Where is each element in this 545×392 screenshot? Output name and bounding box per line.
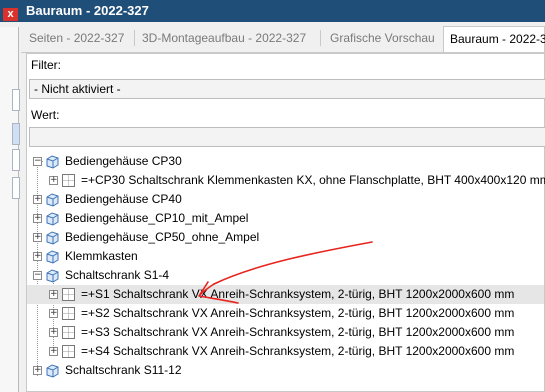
collapse-toggle[interactable]: −	[33, 271, 42, 280]
tab-grafische-vorschau[interactable]: Grafische Vorschau	[330, 27, 435, 51]
cube-icon	[46, 212, 59, 226]
tab-3d-montageaufbau[interactable]: 3D-Montageaufbau - 2022-327	[142, 27, 306, 51]
expand-toggle[interactable]: +	[33, 233, 42, 242]
tree-item-label: Bediengehäuse_CP10_mit_Ampel	[65, 211, 249, 225]
cabinet-icon	[62, 307, 75, 320]
left-window-fragment: x	[0, 0, 22, 392]
cube-icon	[46, 364, 59, 378]
tree-item-s4-schaltschrank[interactable]: + =+S4 Schaltschrank VX Anreih-Schranksy…	[27, 342, 544, 361]
tree-item-label: =+S1 Schaltschrank VX Anreih-Schranksyst…	[81, 287, 515, 301]
cabinet-icon	[62, 345, 75, 358]
expand-toggle[interactable]: +	[49, 309, 58, 318]
cube-icon	[46, 269, 59, 283]
bauraum-panel: Bauraum - 2022-327 Seiten - 2022-327 3D-…	[21, 0, 545, 392]
expand-toggle[interactable]: +	[49, 347, 58, 356]
cube-icon	[46, 155, 59, 169]
tree-item-label: Bediengehäuse CP40	[65, 192, 182, 206]
expand-toggle[interactable]: +	[33, 366, 42, 375]
tree-item-label: Bediengehäuse CP30	[65, 154, 182, 168]
left-window-field	[12, 149, 20, 171]
filter-dropdown[interactable]: - Nicht aktiviert -	[29, 79, 545, 99]
tree-item-label: =+CP30 Schaltschrank Klemmenkasten KX, o…	[81, 173, 545, 187]
filter-label: Filter:	[31, 58, 61, 72]
tab-bauraum[interactable]: Bauraum - 2022-3	[443, 26, 545, 52]
wert-label: Wert:	[31, 108, 60, 122]
panel-title: Bauraum - 2022-327	[21, 0, 545, 22]
tree-item-label: Schaltschrank S1-4	[65, 268, 170, 282]
left-window-field	[12, 89, 20, 111]
tree-item-s3-schaltschrank[interactable]: + =+S3 Schaltschrank VX Anreih-Schranksy…	[27, 323, 544, 342]
tree-item-s2-schaltschrank[interactable]: + =+S2 Schaltschrank VX Anreih-Schranksy…	[27, 304, 544, 323]
tree-item-cp30-schaltschrank[interactable]: + =+CP30 Schaltschrank Klemmenkasten KX,…	[27, 171, 545, 190]
expand-toggle[interactable]: +	[33, 214, 42, 223]
tree-item-schaltschrank-s11-12[interactable]: + Schaltschrank S11-12	[27, 361, 544, 380]
tree-item-label: =+S2 Schaltschrank VX Anreih-Schranksyst…	[81, 306, 515, 320]
cube-icon	[46, 193, 59, 207]
cube-icon	[46, 250, 59, 264]
tree-item-bediengehaeuse-cp30[interactable]: − Bediengehäuse CP30	[27, 152, 544, 171]
expand-toggle[interactable]: +	[49, 290, 58, 299]
tree-item-klemmkasten[interactable]: + Klemmkasten	[27, 247, 544, 266]
wert-input[interactable]	[29, 127, 545, 147]
content-area: Filter: - Nicht aktiviert - Wert: − Bedi…	[26, 53, 545, 392]
expand-toggle[interactable]: +	[49, 176, 58, 185]
tab-separator	[320, 30, 321, 46]
tree-item-bediengehaeuse-cp10[interactable]: + Bediengehäuse_CP10_mit_Ampel	[27, 209, 544, 228]
cabinet-icon	[62, 326, 75, 339]
left-window-field	[12, 123, 20, 145]
cube-icon	[46, 231, 59, 245]
cabinet-icon	[62, 288, 75, 301]
tree-item-s1-schaltschrank[interactable]: + =+S1 Schaltschrank VX Anreih-Schranksy…	[27, 285, 544, 304]
tree-item-schaltschrank-s1-4[interactable]: − Schaltschrank S1-4	[27, 266, 544, 285]
tree-item-label: Bediengehäuse_CP50_ohne_Ampel	[65, 230, 260, 244]
tree-item-label: =+S4 Schaltschrank VX Anreih-Schranksyst…	[81, 344, 515, 358]
expand-toggle[interactable]: +	[33, 252, 42, 261]
tree-item-label: =+S3 Schaltschrank VX Anreih-Schranksyst…	[81, 325, 515, 339]
tree-view: − Bediengehäuse CP30 + =+CP30 Schaltschr…	[27, 152, 545, 392]
left-window-scrollbar[interactable]	[12, 177, 20, 199]
tab-seiten[interactable]: Seiten - 2022-327	[29, 27, 124, 51]
tab-separator	[134, 30, 135, 46]
collapse-toggle[interactable]: −	[33, 157, 42, 166]
tree-item-bediengehaeuse-cp40[interactable]: + Bediengehäuse CP40	[27, 190, 544, 209]
cabinet-icon	[62, 174, 75, 187]
expand-toggle[interactable]: +	[49, 328, 58, 337]
tree-item-bediengehaeuse-cp50[interactable]: + Bediengehäuse_CP50_ohne_Ampel	[27, 228, 544, 247]
expand-toggle[interactable]: +	[33, 195, 42, 204]
tab-bar: Seiten - 2022-327 3D-Montageaufbau - 202…	[21, 22, 545, 53]
left-window-panel	[0, 27, 20, 392]
tree-item-label: Schaltschrank S11-12	[65, 363, 182, 377]
close-button[interactable]: x	[3, 8, 18, 21]
tree-item-label: Klemmkasten	[65, 249, 138, 263]
